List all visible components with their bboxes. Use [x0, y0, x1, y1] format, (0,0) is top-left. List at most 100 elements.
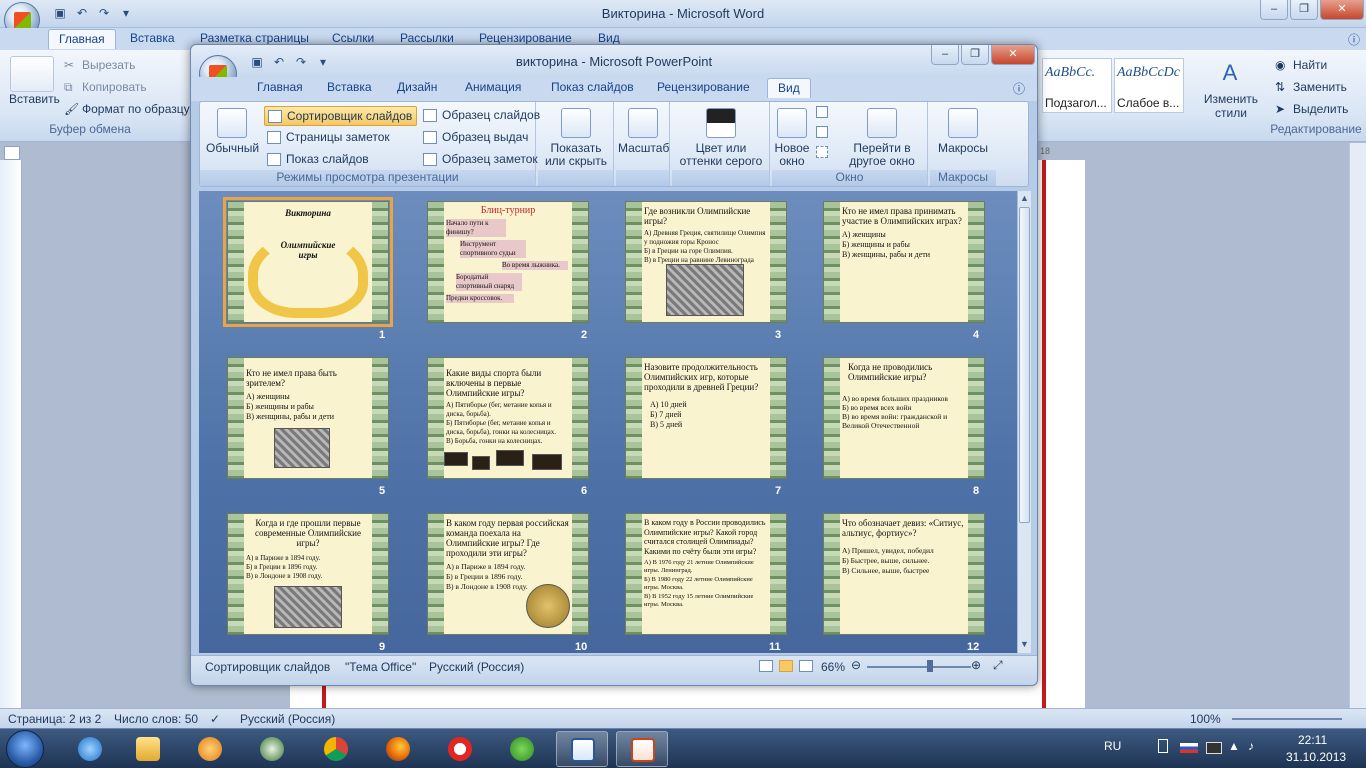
close-button[interactable]: ✕: [991, 45, 1035, 65]
slide-thumbnail-8[interactable]: Когда не проводились Олимпийские игры? А…: [823, 357, 985, 479]
style-subtitle[interactable]: AaBbCc. Подзагол...: [1042, 58, 1112, 113]
slide-thumbnail-2[interactable]: Блиц-турнир Начало пути к финишу? Инстру…: [427, 201, 589, 323]
tab-insert[interactable]: Вставка: [327, 80, 372, 94]
slide-thumbnail-6[interactable]: Какие виды спорта были включены в первые…: [427, 357, 589, 479]
theme-indicator[interactable]: "Тема Office": [345, 660, 416, 674]
paste-button[interactable]: Вставить: [9, 92, 60, 106]
handout-master-button[interactable]: Образец выдач: [420, 128, 532, 146]
slide-thumbnail-1[interactable]: Викторина Олимпийские игры: [223, 197, 393, 327]
scroll-up-icon[interactable]: ▲: [1020, 193, 1029, 203]
new-window-button[interactable]: Новое окно: [774, 108, 810, 168]
arrange-all-icon[interactable]: [816, 106, 828, 118]
minimize-button[interactable]: –: [1260, 0, 1288, 20]
taskbar-app-round[interactable]: [246, 731, 298, 767]
page-count[interactable]: Страница: 2 из 2: [8, 712, 101, 726]
tab-view[interactable]: Вид: [767, 78, 811, 98]
scroll-thumb[interactable]: [1019, 207, 1030, 523]
slide-thumbnail-12[interactable]: Что обозначает девиз: «Ситиус, альтиус, …: [823, 513, 985, 635]
volume-icon[interactable]: ♪: [1248, 739, 1254, 753]
cut-button[interactable]: ✂ Вырезать: [64, 58, 135, 72]
tab-home[interactable]: Главная: [257, 80, 303, 94]
tab-page-layout[interactable]: Разметка страницы: [200, 31, 309, 45]
word-zoom-slider[interactable]: [1232, 718, 1342, 720]
flag-icon[interactable]: [1180, 743, 1198, 753]
normal-view-button[interactable]: Обычный: [206, 108, 259, 155]
paste-icon[interactable]: [10, 56, 54, 92]
slide-thumbnail-5[interactable]: Кто не имел права быть зрителем? А) женщ…: [227, 357, 389, 479]
tab-slide-show[interactable]: Показ слайдов: [551, 80, 634, 94]
slide-thumbnail-11[interactable]: В каком году в России проводились Олимпи…: [625, 513, 787, 635]
format-painter-button[interactable]: 🖌 Формат по образцу: [64, 102, 190, 116]
maximize-button[interactable]: ❐: [961, 45, 989, 65]
language-indicator[interactable]: RU: [1104, 739, 1121, 753]
battery-icon[interactable]: [1158, 739, 1168, 753]
notes-page-button[interactable]: Страницы заметок: [264, 128, 394, 146]
show-hide-button[interactable]: Показать или скрыть: [540, 108, 612, 168]
ppt-zoom-slider[interactable]: [867, 666, 971, 668]
move-split-icon[interactable]: [816, 146, 828, 158]
word-count[interactable]: Число слов: 50: [114, 712, 198, 726]
maximize-button[interactable]: ❐: [1290, 0, 1318, 20]
zoom-in-icon[interactable]: ⊕: [971, 658, 981, 672]
slide-show-button[interactable]: Показ слайдов: [264, 150, 373, 168]
taskbar-word[interactable]: [556, 731, 608, 767]
find-button[interactable]: ◉ Найти: [1275, 58, 1327, 72]
replace-button[interactable]: ⇅ Заменить: [1275, 80, 1347, 94]
slide-thumbnail-3[interactable]: Где возникли Олимпийские игры? А) Древня…: [625, 201, 787, 323]
zoom-out-icon[interactable]: ⊖: [851, 658, 861, 672]
copy-button[interactable]: ⧉ Копировать: [64, 80, 147, 94]
slide-sorter-button[interactable]: Сортировщик слайдов: [264, 106, 418, 126]
taskbar-chrome[interactable]: [310, 731, 362, 767]
minimize-button[interactable]: –: [931, 45, 959, 65]
clock-date[interactable]: 31.10.2013: [1286, 750, 1346, 764]
taskbar-powerpoint[interactable]: [616, 731, 668, 767]
tab-review[interactable]: Рецензирование: [657, 80, 750, 94]
change-styles-icon[interactable]: A: [1205, 60, 1255, 86]
word-zoom-level[interactable]: 100%: [1190, 712, 1221, 726]
tab-insert[interactable]: Вставка: [130, 31, 175, 45]
scroll-down-icon[interactable]: ▼: [1020, 639, 1029, 649]
change-styles-button[interactable]: Изменить стили: [1202, 92, 1260, 120]
tab-animation[interactable]: Анимация: [465, 80, 521, 94]
taskbar-media-player[interactable]: [184, 731, 236, 767]
word-help-icon[interactable]: ⓘ: [1348, 31, 1360, 48]
taskbar-explorer[interactable]: [122, 731, 174, 767]
zoom-button[interactable]: Масштаб: [618, 108, 669, 155]
clock-time[interactable]: 22:11: [1298, 733, 1327, 747]
start-button[interactable]: [6, 730, 44, 768]
normal-view-status-icon[interactable]: [759, 660, 773, 672]
tab-references[interactable]: Ссылки: [332, 31, 374, 45]
word-vertical-scrollbar[interactable]: [1349, 143, 1366, 708]
sorter-view-status-icon[interactable]: [779, 660, 793, 672]
close-button[interactable]: ✕: [1320, 0, 1364, 20]
tab-view[interactable]: Вид: [598, 31, 620, 45]
ppt-vertical-scrollbar[interactable]: ▲ ▼: [1017, 191, 1031, 653]
slide-thumbnail-9[interactable]: Когда и где прошли первые современные Ол…: [227, 513, 389, 635]
cascade-icon[interactable]: [816, 126, 828, 138]
taskbar-ie[interactable]: [64, 731, 116, 767]
view-indicator[interactable]: Сортировщик слайдов: [205, 660, 330, 674]
slide-thumbnail-10[interactable]: В каком году первая российская команда п…: [427, 513, 589, 635]
style-subtle-emphasis[interactable]: AaBbCcDc Слабое в...: [1114, 58, 1184, 113]
tab-home[interactable]: Главная: [48, 29, 116, 49]
color-grayscale-button[interactable]: Цвет или оттенки серого: [674, 108, 768, 168]
ppt-language[interactable]: Русский (Россия): [429, 660, 524, 674]
ruler-toggle-icon[interactable]: [4, 146, 20, 160]
tab-mailings[interactable]: Рассылки: [400, 31, 454, 45]
macros-button[interactable]: Макросы: [932, 108, 994, 155]
taskbar-firefox[interactable]: [372, 731, 424, 767]
monitor-icon[interactable]: [1206, 742, 1222, 754]
select-button[interactable]: ➤ Выделить: [1275, 102, 1348, 116]
fit-window-icon[interactable]: ⤢: [993, 658, 1003, 673]
ppt-zoom-level[interactable]: 66%: [821, 660, 845, 674]
zoom-slider-thumb[interactable]: [927, 660, 933, 672]
slide-thumbnail-7[interactable]: Назовите продолжительность Олимпийских и…: [625, 357, 787, 479]
slide-master-button[interactable]: Образец слайдов: [420, 106, 544, 124]
taskbar-yandex[interactable]: [434, 731, 486, 767]
word-language[interactable]: Русский (Россия): [240, 712, 335, 726]
notes-master-button[interactable]: Образец заметок: [420, 150, 542, 168]
ppt-help-icon[interactable]: ⓘ: [1013, 80, 1025, 97]
spellcheck-icon[interactable]: ✓: [210, 712, 220, 726]
switch-window-button[interactable]: Перейти в другое окно: [840, 108, 924, 168]
tab-review[interactable]: Рецензирование: [479, 31, 572, 45]
